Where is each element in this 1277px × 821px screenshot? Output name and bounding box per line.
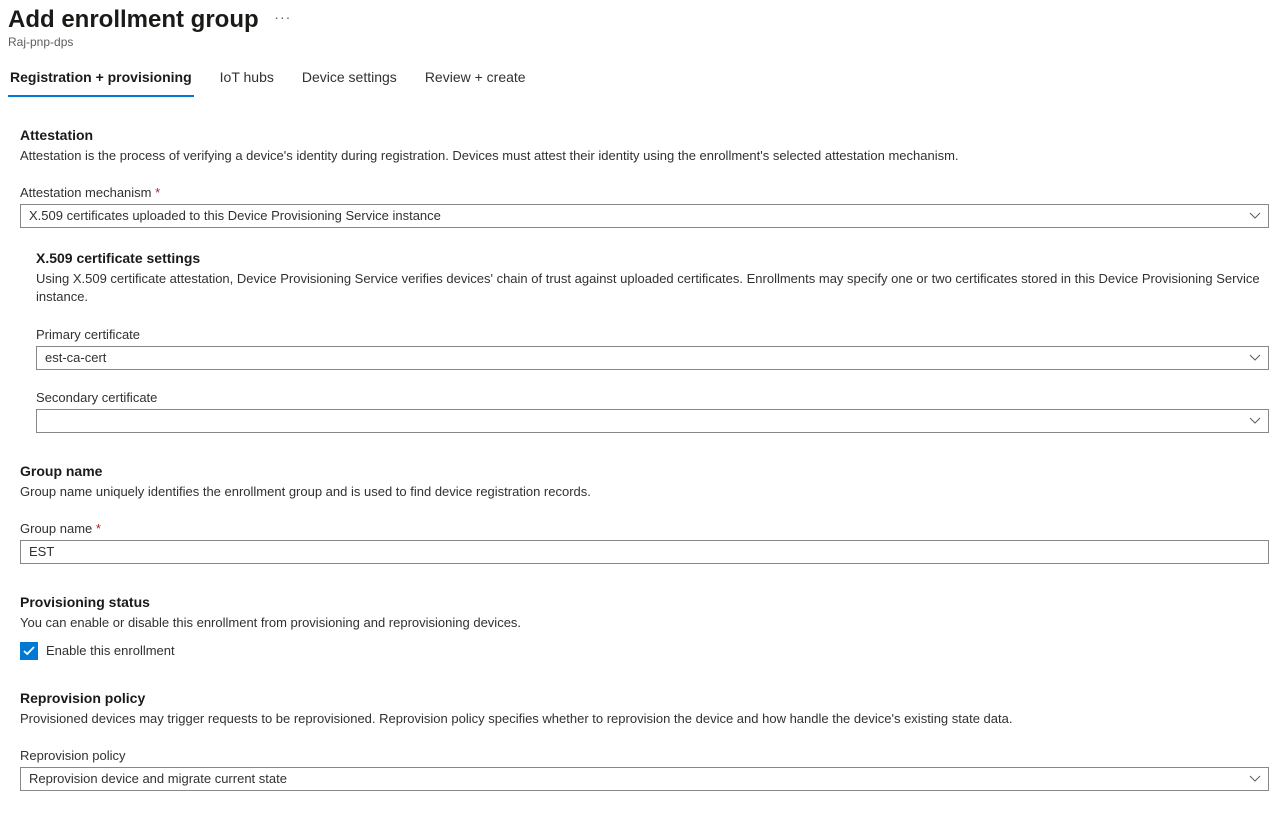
reprovision-policy-select[interactable]: Reprovision device and migrate current s… (20, 767, 1269, 791)
required-indicator: * (155, 185, 160, 200)
required-indicator: * (96, 521, 101, 536)
attestation-mechanism-value: X.509 certificates uploaded to this Devi… (29, 209, 441, 223)
tab-registration-provisioning[interactable]: Registration + provisioning (8, 63, 194, 97)
group-name-input[interactable] (20, 540, 1269, 564)
reprovision-policy-value: Reprovision device and migrate current s… (29, 772, 287, 786)
reprovision-policy-label: Reprovision policy (20, 748, 1269, 763)
x509-heading: X.509 certificate settings (36, 250, 1269, 266)
page-title: Add enrollment group (8, 6, 259, 34)
page-subtitle: Raj-pnp-dps (8, 35, 1269, 49)
reprovision-policy-description: Provisioned devices may trigger requests… (20, 710, 1269, 728)
attestation-heading: Attestation (20, 127, 1269, 143)
provisioning-status-heading: Provisioning status (20, 594, 1269, 610)
enable-enrollment-checkbox[interactable] (20, 642, 38, 660)
tab-device-settings[interactable]: Device settings (300, 63, 399, 97)
reprovision-policy-heading: Reprovision policy (20, 690, 1269, 706)
primary-certificate-select[interactable]: est-ca-cert (36, 346, 1269, 370)
tab-iot-hubs[interactable]: IoT hubs (218, 63, 276, 97)
primary-certificate-value: est-ca-cert (45, 351, 106, 365)
secondary-certificate-select[interactable] (36, 409, 1269, 433)
more-actions-button[interactable]: ··· (274, 9, 291, 25)
group-name-description: Group name uniquely identifies the enrol… (20, 483, 1269, 501)
attestation-mechanism-select[interactable]: X.509 certificates uploaded to this Devi… (20, 204, 1269, 228)
provisioning-status-description: You can enable or disable this enrollmen… (20, 614, 1269, 632)
group-name-label: Group name * (20, 521, 1269, 536)
attestation-mechanism-label: Attestation mechanism * (20, 185, 1269, 200)
tab-review-create[interactable]: Review + create (423, 63, 528, 97)
attestation-description: Attestation is the process of verifying … (20, 147, 1269, 165)
group-name-heading: Group name (20, 463, 1269, 479)
tab-bar: Registration + provisioning IoT hubs Dev… (8, 63, 1269, 97)
primary-certificate-label: Primary certificate (36, 327, 1269, 342)
enable-enrollment-label: Enable this enrollment (46, 643, 175, 658)
attestation-mechanism-label-text: Attestation mechanism (20, 185, 152, 200)
secondary-certificate-label: Secondary certificate (36, 390, 1269, 405)
x509-description: Using X.509 certificate attestation, Dev… (36, 270, 1269, 306)
group-name-label-text: Group name (20, 521, 92, 536)
